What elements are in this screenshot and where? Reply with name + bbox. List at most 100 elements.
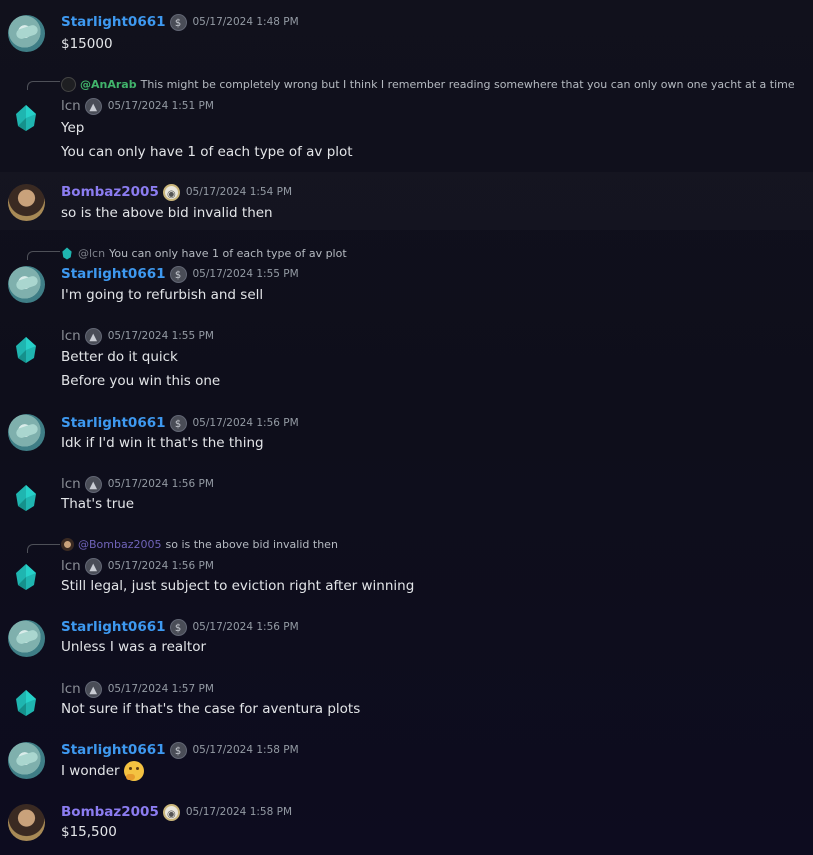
avatar[interactable] <box>8 620 45 657</box>
timestamp: 05/17/2024 1:48 PM <box>192 16 299 28</box>
author-name[interactable]: Bombaz2005 <box>61 184 159 200</box>
triangle-badge-icon: ▲ <box>84 475 102 493</box>
message: Starlight0661 $ 05/17/2024 1:48 PM $1500… <box>0 0 813 64</box>
dollar-badge-icon: $ <box>169 741 187 759</box>
avatar[interactable] <box>8 414 45 451</box>
author-name[interactable]: Starlight0661 <box>61 742 166 758</box>
avatar[interactable] <box>8 559 45 596</box>
message-header: Starlight0661 $ 05/17/2024 1:56 PM <box>61 413 299 433</box>
message: @lcn You can only have 1 of each type of… <box>0 240 813 310</box>
message-text: Yep <box>61 120 85 136</box>
triangle-badge-icon: ▲ <box>84 680 102 698</box>
reply-preview[interactable]: @Bombaz2005 so is the above bid invalid … <box>61 536 338 552</box>
author-name[interactable]: lcn <box>61 328 81 344</box>
reply-mention[interactable]: @lcn <box>78 247 105 260</box>
mini-avatar-icon <box>61 246 74 260</box>
message-header: lcn ▲ 05/17/2024 1:55 PM <box>61 326 214 346</box>
message: Starlight0661 $ 05/17/2024 1:56 PM Idk i… <box>0 405 813 465</box>
message-text: Not sure if that's the case for aventura… <box>61 701 361 717</box>
reply-mention[interactable]: @AnArab <box>80 78 137 91</box>
timestamp: 05/17/2024 1:55 PM <box>192 268 299 280</box>
timestamp: 05/17/2024 1:54 PM <box>185 186 293 198</box>
reply-spine <box>27 251 60 260</box>
message: @Bombaz2005 so is the above bid invalid … <box>0 533 813 603</box>
message-text: I wonder <box>61 761 144 781</box>
message-header: Bombaz2005 ◉ 05/17/2024 1:54 PM <box>61 182 292 202</box>
timestamp: 05/17/2024 1:58 PM <box>185 806 293 818</box>
message-text: so is the above bid invalid then <box>61 205 273 221</box>
message-header: Starlight0661 $ 05/17/2024 1:56 PM <box>61 617 299 637</box>
message: lcn ▲ 05/17/2024 1:55 PM Better do it qu… <box>0 318 813 398</box>
avatar[interactable] <box>8 266 45 303</box>
avatar[interactable] <box>8 15 45 52</box>
avatar[interactable] <box>8 332 45 369</box>
dollar-badge-icon: $ <box>169 618 187 636</box>
timestamp: 05/17/2024 1:58 PM <box>192 744 299 756</box>
reply-text: You can only have 1 of each type of av p… <box>109 246 347 260</box>
thinking-face-icon <box>123 761 144 781</box>
author-name[interactable]: Bombaz2005 <box>61 804 159 820</box>
eye-badge-icon: ◉ <box>162 803 180 821</box>
message-header: Starlight0661 $ 05/17/2024 1:58 PM <box>61 740 299 760</box>
reply-spine <box>27 544 60 553</box>
message-header: lcn ▲ 05/17/2024 1:56 PM <box>61 556 214 576</box>
author-name[interactable]: Starlight0661 <box>61 266 166 282</box>
message-text: Before you win this one <box>61 373 221 389</box>
author-name[interactable]: lcn <box>61 558 81 574</box>
message: lcn ▲ 05/17/2024 1:56 PM That's true <box>0 466 813 526</box>
timestamp: 05/17/2024 1:56 PM <box>107 478 214 490</box>
message-text: Idk if I'd win it that's the thing <box>61 435 264 451</box>
timestamp: 05/17/2024 1:51 PM <box>107 100 214 112</box>
message: lcn ▲ 05/17/2024 1:57 PM Not sure if tha… <box>0 671 813 733</box>
author-name[interactable]: lcn <box>61 681 81 697</box>
message: Bombaz2005 ◉ 05/17/2024 1:54 PM so is th… <box>0 172 813 230</box>
mini-avatar-icon <box>61 76 76 92</box>
message-header: lcn ▲ 05/17/2024 1:56 PM <box>61 474 214 494</box>
mini-avatar-icon <box>61 537 74 551</box>
author-name[interactable]: lcn <box>61 98 81 114</box>
message-header: Bombaz2005 ◉ 05/17/2024 1:58 PM <box>61 802 292 822</box>
message: Bombaz2005 ◉ 05/17/2024 1:58 PM $15,500 <box>0 795 813 855</box>
avatar[interactable] <box>8 804 45 841</box>
reply-text: so is the above bid invalid then <box>165 537 338 551</box>
dollar-badge-icon: $ <box>169 265 187 283</box>
message-text: I'm going to refurbish and sell <box>61 287 264 303</box>
message: @AnArab This might be completely wrong b… <box>0 70 813 170</box>
dollar-badge-icon: $ <box>169 13 187 31</box>
triangle-badge-icon: ▲ <box>84 327 102 345</box>
timestamp: 05/17/2024 1:56 PM <box>192 621 299 633</box>
triangle-badge-icon: ▲ <box>84 97 102 115</box>
eye-badge-icon: ◉ <box>162 183 180 201</box>
message-header: Starlight0661 $ 05/17/2024 1:55 PM <box>61 264 299 284</box>
message-text: $15,500 <box>61 824 117 840</box>
avatar[interactable] <box>8 742 45 779</box>
avatar[interactable] <box>8 685 45 722</box>
timestamp: 05/17/2024 1:55 PM <box>107 330 214 342</box>
avatar[interactable] <box>8 100 45 137</box>
reply-mention[interactable]: @Bombaz2005 <box>78 538 161 551</box>
reply-spine <box>27 81 60 90</box>
author-name[interactable]: Starlight0661 <box>61 619 166 635</box>
author-name[interactable]: Starlight0661 <box>61 415 166 431</box>
avatar[interactable] <box>8 480 45 517</box>
author-name[interactable]: Starlight0661 <box>61 14 166 30</box>
reply-preview[interactable]: @lcn You can only have 1 of each type of… <box>61 245 347 261</box>
avatar[interactable] <box>8 184 45 221</box>
reply-text: This might be completely wrong but I thi… <box>140 77 795 91</box>
timestamp: 05/17/2024 1:56 PM <box>107 560 214 572</box>
message-text: You can only have 1 of each type of av p… <box>61 144 353 160</box>
triangle-badge-icon: ▲ <box>84 557 102 575</box>
reply-preview[interactable]: @AnArab This might be completely wrong b… <box>61 76 795 92</box>
message: Starlight0661 $ 05/17/2024 1:58 PM I won… <box>0 733 813 795</box>
author-name[interactable]: lcn <box>61 476 81 492</box>
message-text: Unless I was a realtor <box>61 639 207 655</box>
message-text: Better do it quick <box>61 349 178 365</box>
message-header: Starlight0661 $ 05/17/2024 1:48 PM <box>61 12 299 32</box>
message-text: $15000 <box>61 36 113 52</box>
message-text-content: I wonder <box>61 763 120 779</box>
message-header: lcn ▲ 05/17/2024 1:51 PM <box>61 96 214 116</box>
message-text: Still legal, just subject to eviction ri… <box>61 578 415 594</box>
timestamp: 05/17/2024 1:57 PM <box>107 683 214 695</box>
message-header: lcn ▲ 05/17/2024 1:57 PM <box>61 679 214 699</box>
timestamp: 05/17/2024 1:56 PM <box>192 417 299 429</box>
